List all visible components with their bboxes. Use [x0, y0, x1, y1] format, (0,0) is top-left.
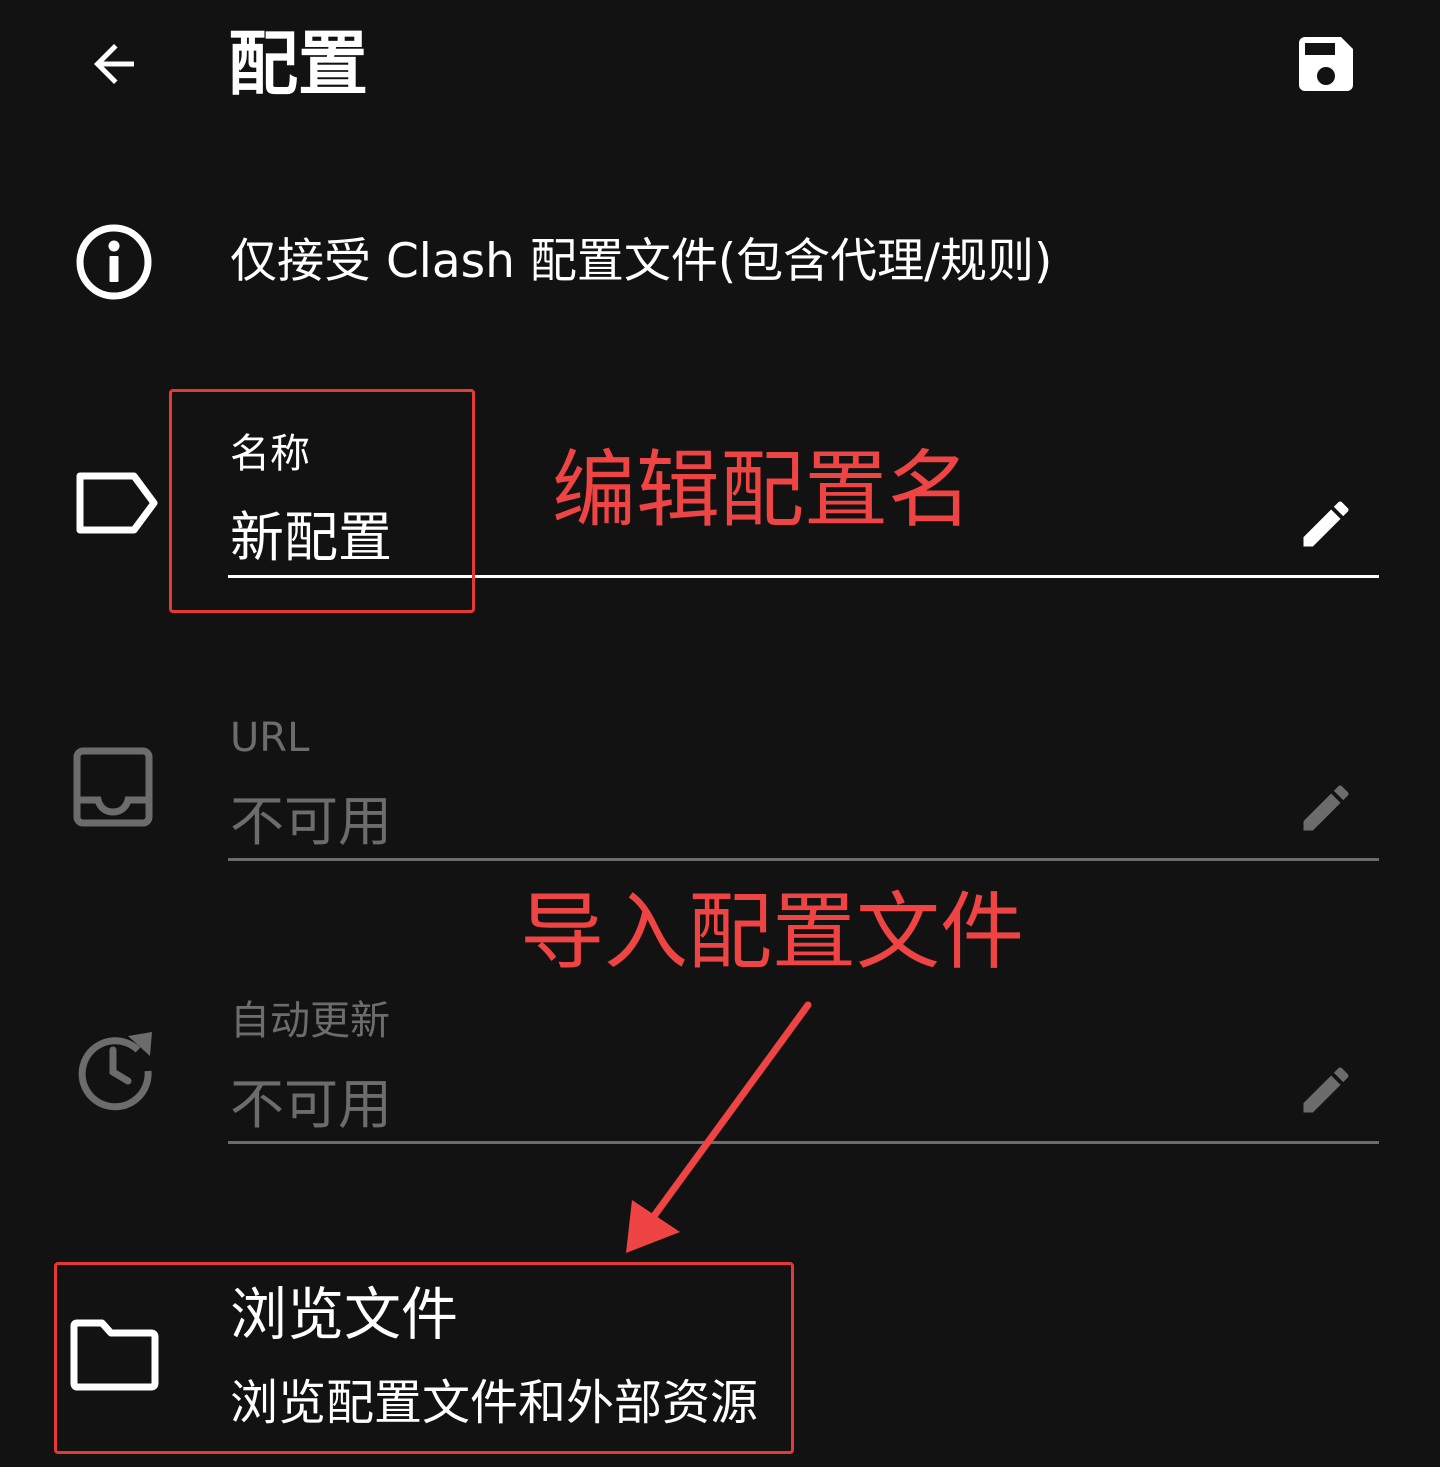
- auto-update-field-label: 自动更新: [230, 998, 390, 1044]
- label-tag-icon: [72, 470, 160, 536]
- pencil-icon: [1303, 1067, 1349, 1113]
- url-field-label: URL: [230, 715, 310, 761]
- info-text: 仅接受 Clash 配置文件(包含代理/规则): [230, 234, 1053, 289]
- annotation-import-file: 导入配置文件: [520, 883, 1025, 981]
- inbox-icon: [72, 746, 154, 828]
- save-icon: [1299, 37, 1353, 91]
- annotation-arrow: [626, 1001, 812, 1253]
- arrow-left-icon: [94, 44, 134, 84]
- edit-auto-update-button[interactable]: [1296, 1060, 1356, 1120]
- back-button[interactable]: [84, 34, 144, 94]
- update-clock-icon: [72, 1026, 158, 1112]
- url-field-underline: [228, 858, 1379, 861]
- edit-url-button[interactable]: [1296, 778, 1356, 838]
- save-button[interactable]: [1290, 28, 1362, 100]
- annotation-edit-name: 编辑配置名: [552, 441, 973, 539]
- edit-name-button[interactable]: [1296, 494, 1356, 554]
- annotation-box-browse: [54, 1262, 794, 1454]
- pencil-icon: [1303, 785, 1349, 831]
- pencil-icon: [1303, 501, 1349, 547]
- auto-update-field-value: 不可用: [230, 1073, 392, 1136]
- info-icon: [74, 222, 154, 302]
- annotation-box-name: [169, 389, 475, 613]
- page-title: 配置: [228, 23, 368, 105]
- url-field-value: 不可用: [230, 790, 392, 853]
